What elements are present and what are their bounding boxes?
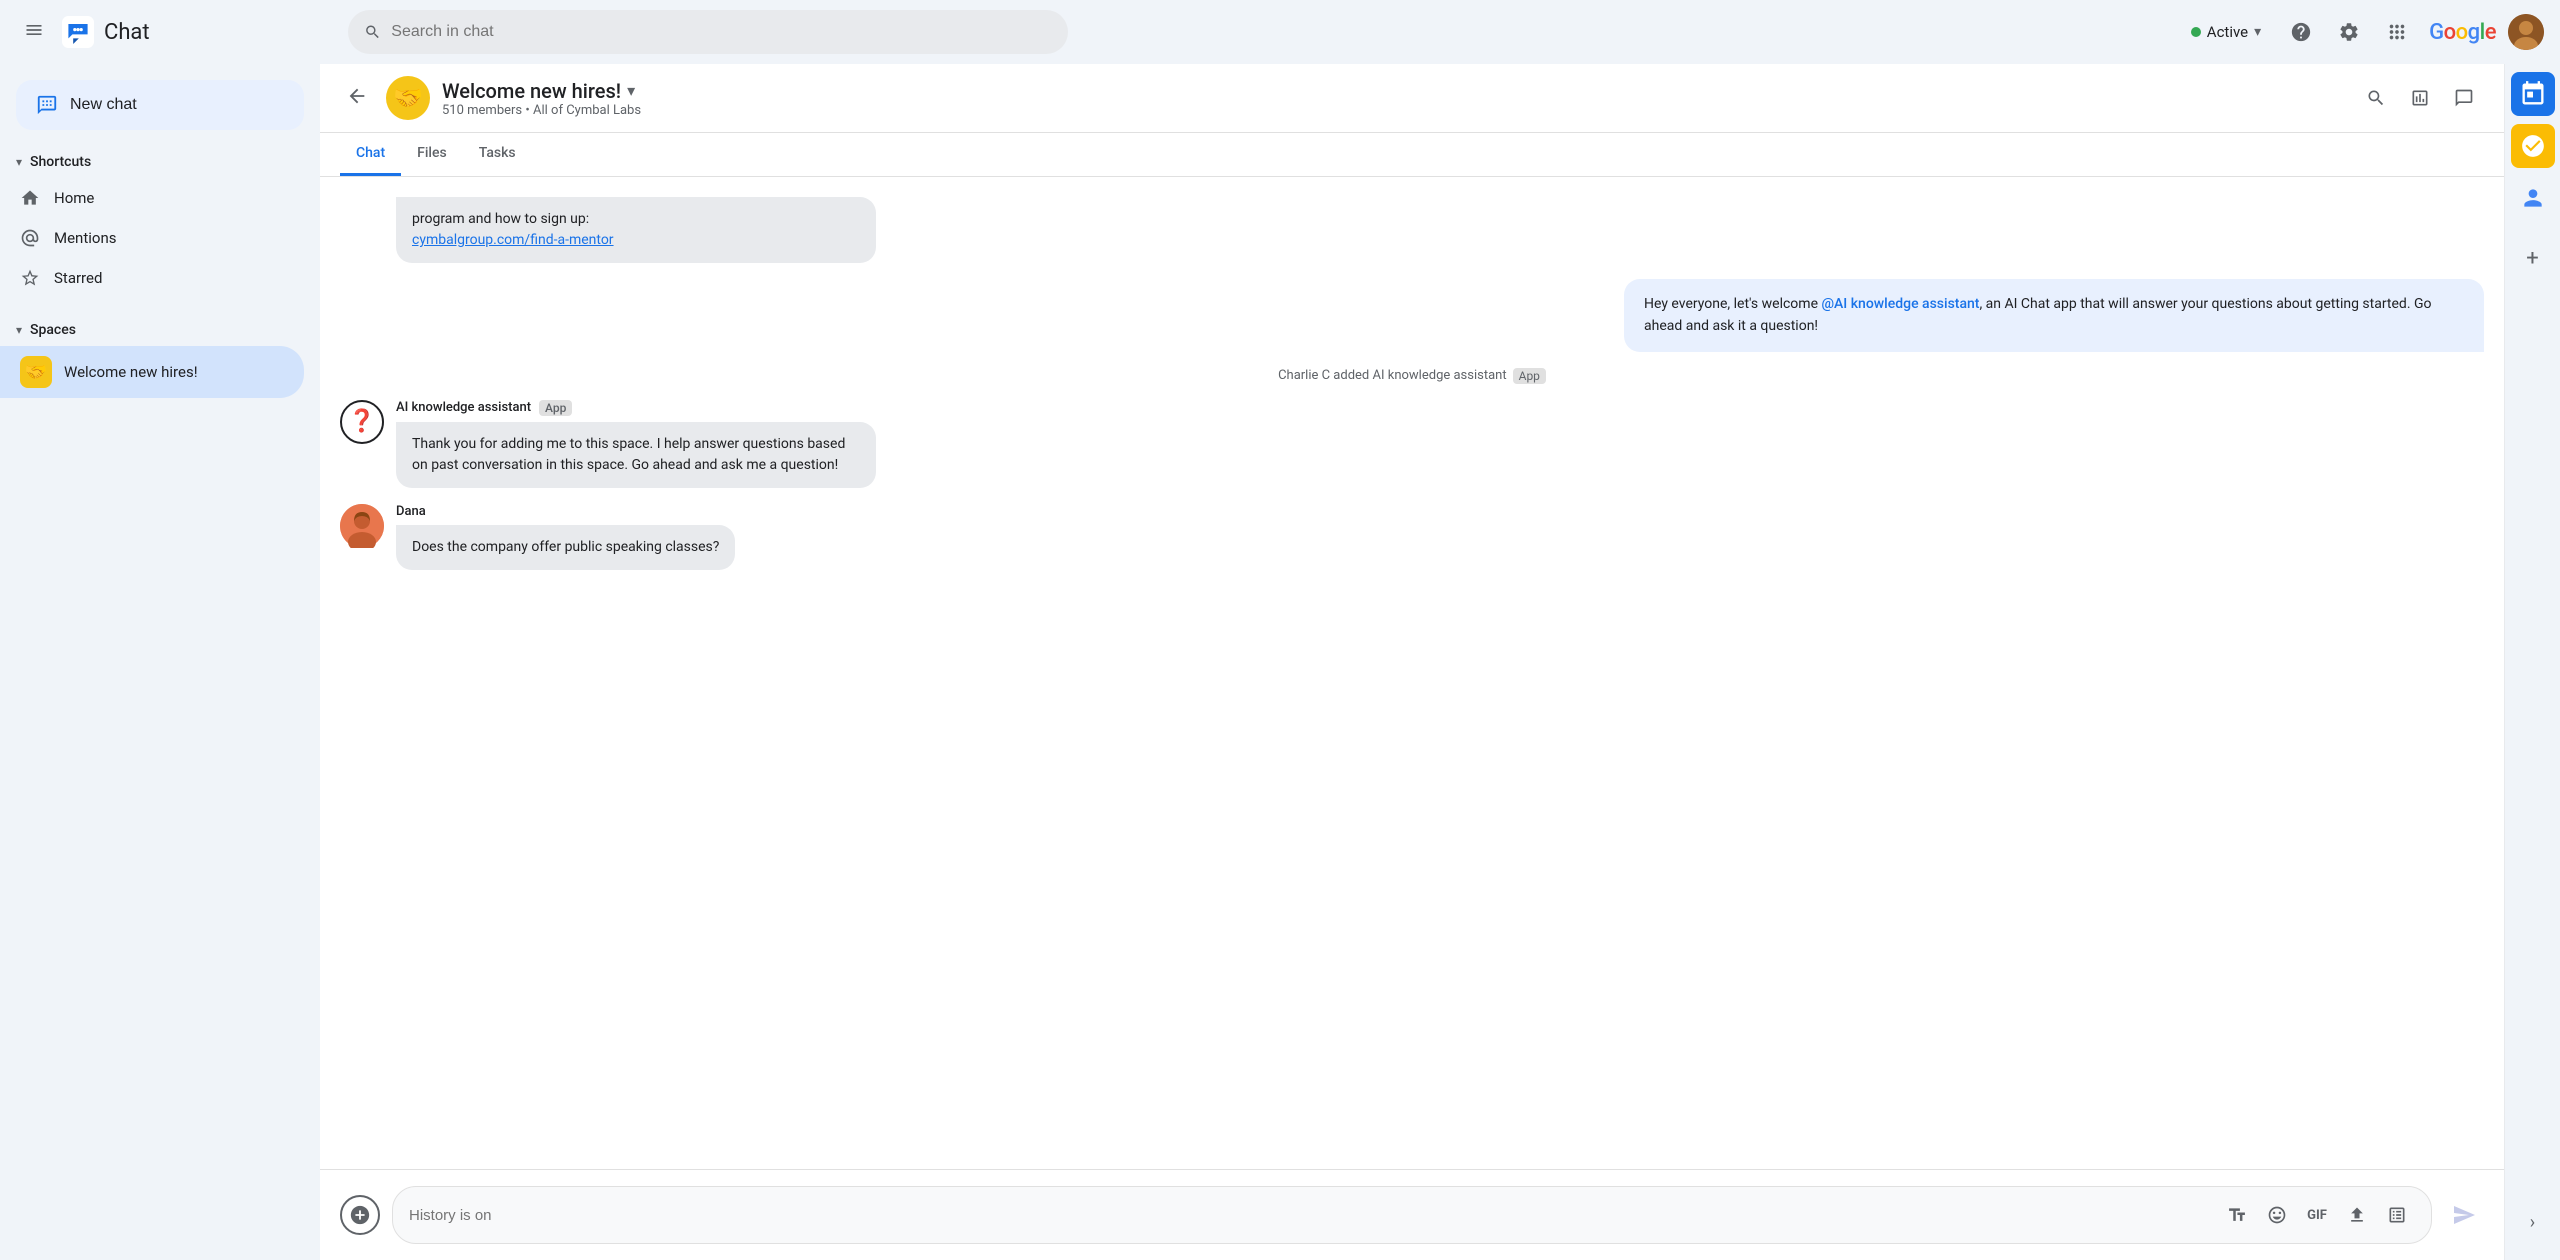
chat-subtitle: 510 members • All of Cymbal Labs [442,103,2344,118]
space-avatar: 🤝 [386,76,430,120]
apps-button[interactable] [2377,12,2417,52]
settings-button[interactable] [2329,12,2369,52]
spaces-section[interactable]: ▾ Spaces [0,314,320,346]
message-2-row: Hey everyone, let's welcome @AI knowledg… [340,279,2484,352]
app-badge-1: App [1513,368,1546,384]
sidebar-item-home-label: Home [54,189,94,207]
ai-message-row: ❓ AI knowledge assistant App Thank you f… [340,400,2484,488]
sidebar-item-home[interactable]: Home [0,178,304,218]
shortcuts-section[interactable]: ▾ Shortcuts [0,146,320,178]
message-input[interactable] [409,1207,2207,1224]
message-bubble-2: Hey everyone, let's welcome @AI knowledg… [1624,279,2484,352]
space-item-label: Welcome new hires! [64,363,198,381]
space-emoji: 🤝 [20,356,52,388]
status-dot [2191,27,2201,37]
mention-ai: @AI knowledge assistant [1821,296,1979,312]
collapse-icon: ▾ [16,155,22,169]
search-bar [348,10,1068,54]
system-message-1: Charlie C added AI knowledge assistant A… [340,368,2484,384]
ai-message-bubble: Thank you for adding me to this space. I… [396,422,876,488]
home-icon [20,188,40,208]
new-chat-icon [36,94,58,116]
message-input-box: GIF [392,1186,2432,1244]
title-chevron-icon[interactable]: ▾ [627,81,635,100]
star-icon [20,268,40,288]
spaces-label: Spaces [30,322,76,338]
app-badge-2: App [539,400,572,416]
contacts-app-button[interactable] [2511,176,2555,220]
right-sidebar: + › [2504,64,2560,1260]
thread-button[interactable] [2444,78,2484,118]
sidebar-item-starred-label: Starred [54,269,102,287]
ai-name-row: AI knowledge assistant App [396,400,2484,416]
shortcuts-label: Shortcuts [30,154,91,170]
sidebar-item-mentions[interactable]: Mentions [0,218,304,258]
app-title: Chat [104,20,150,45]
menu-icon[interactable] [16,12,52,53]
view-toggle-button[interactable] [2400,78,2440,118]
back-button[interactable] [340,79,374,118]
search-input[interactable] [391,23,1052,41]
message-bubble-1: program and how to sign up: cymbalgroup.… [396,197,876,263]
tab-tasks[interactable]: Tasks [463,133,532,176]
tab-chat[interactable]: Chat [340,133,401,176]
status-label: Active [2207,23,2248,41]
new-chat-button[interactable]: New chat [16,80,304,130]
new-chat-label: New chat [70,96,137,114]
space-item-welcome[interactable]: 🤝 Welcome new hires! [0,346,304,398]
search-icon [364,23,381,41]
format-text-button[interactable] [2219,1197,2255,1233]
user-message-row: Dana Does the company offer public speak… [340,504,2484,570]
input-actions: GIF [2219,1197,2415,1233]
input-area: GIF [320,1169,2504,1260]
google-logo: Google [2429,20,2496,45]
upload-button[interactable] [2339,1197,2375,1233]
emoji-button[interactable] [2259,1197,2295,1233]
mentions-icon [20,228,40,248]
tasks-app-button[interactable] [2511,124,2555,168]
status-button[interactable]: Active ▾ [2179,17,2273,47]
send-button[interactable] [2444,1195,2484,1235]
expand-button[interactable]: › [2511,1200,2555,1244]
chevron-down-icon: ▾ [2254,24,2261,40]
more-input-button[interactable] [2379,1197,2415,1233]
messages-container: program and how to sign up: cymbalgroup.… [320,177,2504,1169]
calendar-app-button[interactable] [2511,72,2555,116]
user-avatar[interactable] [2508,14,2544,50]
ai-icon: ❓ [340,400,384,444]
search-chat-button[interactable] [2356,78,2396,118]
spaces-collapse-icon: ▾ [16,323,22,337]
message-1: program and how to sign up: cymbalgroup.… [340,197,2484,263]
gif-button[interactable]: GIF [2299,1197,2335,1233]
dana-name: Dana [396,504,735,519]
add-attachment-button[interactable] [340,1195,380,1235]
add-app-button[interactable]: + [2511,236,2555,280]
sidebar-item-mentions-label: Mentions [54,229,116,247]
chat-title: Welcome new hires! ▾ [442,79,2344,103]
help-button[interactable] [2281,12,2321,52]
dana-message-bubble: Does the company offer public speaking c… [396,525,735,570]
chat-logo [62,16,94,48]
dana-avatar [340,504,384,548]
mentor-link[interactable]: cymbalgroup.com/find-a-mentor [412,232,614,248]
sidebar-item-starred[interactable]: Starred [0,258,304,298]
tab-files[interactable]: Files [401,133,463,176]
